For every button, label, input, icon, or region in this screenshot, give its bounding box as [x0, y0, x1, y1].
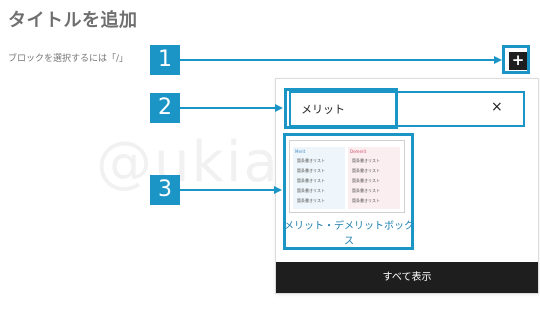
step-badge-3: 3 — [150, 175, 180, 205]
step-badge-2: 2 — [150, 93, 180, 123]
step-badge-1: 1 — [150, 45, 180, 75]
callout-arrows — [180, 56, 502, 194]
